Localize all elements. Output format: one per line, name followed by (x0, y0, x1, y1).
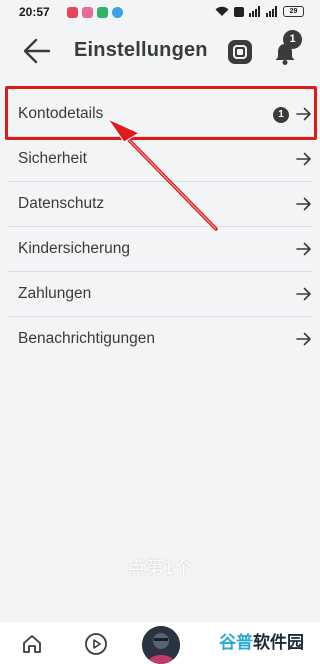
play-icon[interactable] (84, 632, 108, 656)
app-notification-icon (82, 7, 93, 18)
back-arrow-icon[interactable] (22, 38, 52, 64)
arrow-right-icon (296, 332, 311, 346)
wifi-icon (215, 6, 229, 16)
status-indicators: 29 (215, 6, 304, 17)
annotation-caption: 点第1个 (127, 558, 193, 579)
notification-badge: 1 (283, 30, 302, 49)
status-bar: 20:57 29 (0, 0, 320, 26)
arrow-right-icon (296, 287, 311, 301)
signal-icon (266, 6, 277, 17)
settings-item-kindersicherung[interactable]: Kindersicherung (0, 227, 320, 272)
app-notification-icon (67, 7, 78, 18)
arrow-right-icon (296, 152, 311, 166)
robux-icon[interactable] (228, 40, 252, 64)
arrow-right-icon (296, 197, 311, 211)
settings-item-label: Benachrichtigungen (18, 330, 156, 347)
status-time: 20:57 (19, 5, 50, 19)
app-notification-icon (97, 7, 108, 18)
watermark: 谷普软件园 (219, 633, 304, 653)
settings-item-label: Zahlungen (18, 285, 92, 302)
avatar[interactable] (142, 626, 180, 664)
hd-icon (234, 6, 244, 17)
settings-item-zahlungen[interactable]: Zahlungen (0, 272, 320, 317)
signal-icon (249, 6, 260, 17)
arrow-right-icon (296, 242, 311, 256)
battery-icon: 29 (283, 6, 304, 17)
settings-item-label: Datenschutz (18, 195, 105, 212)
header: Einstellungen 1 (0, 26, 320, 82)
settings-item-label: Kindersicherung (18, 240, 131, 257)
highlight-box (5, 86, 317, 140)
home-icon[interactable] (20, 632, 44, 656)
settings-item-sicherheit[interactable]: Sicherheit (0, 137, 320, 182)
settings-item-benachrichtigungen[interactable]: Benachrichtigungen (0, 317, 320, 362)
app-notification-icon (112, 7, 123, 18)
settings-item-datenschutz[interactable]: Datenschutz (0, 182, 320, 227)
page-title: Einstellungen (74, 39, 208, 61)
settings-item-label: Sicherheit (18, 150, 87, 167)
status-app-icons (67, 7, 123, 18)
avatar-image (142, 626, 180, 664)
